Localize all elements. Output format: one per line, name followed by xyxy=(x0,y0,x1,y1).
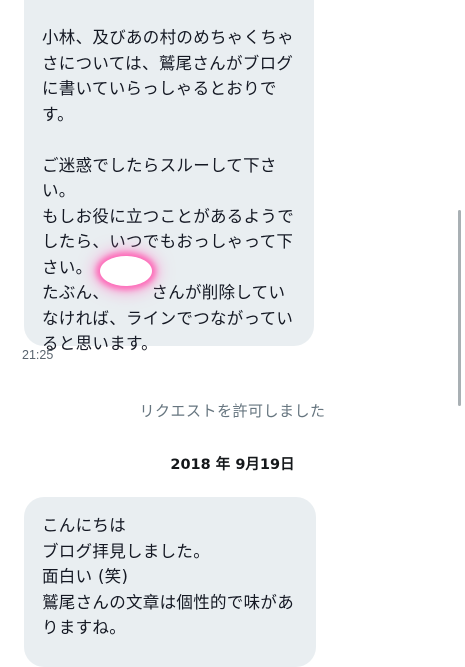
message-text: こんにちは ブログ拝見しました。 面白い (笑) 鷲尾さんの文章は個性的で味があ… xyxy=(42,516,294,637)
message-text: 小林、及びあの村のめちゃくちゃさについては、鷲尾さんがブログに書いていらっしゃる… xyxy=(42,28,294,353)
message-bubble-received[interactable]: こんにちは ブログ拝見しました。 面白い (笑) 鷲尾さんの文章は個性的で味があ… xyxy=(24,497,316,667)
request-accepted-note: リクエストを許可しました xyxy=(139,402,326,420)
redaction-mark xyxy=(100,256,152,286)
scrollbar[interactable] xyxy=(458,210,461,406)
message-timestamp: 21:25 xyxy=(22,348,54,362)
date-divider: 2018 年 9月19日 xyxy=(170,457,295,473)
message-bubble-received[interactable]: 小林、及びあの村のめちゃくちゃさについては、鷲尾さんがブログに書いていらっしゃる… xyxy=(24,0,314,353)
